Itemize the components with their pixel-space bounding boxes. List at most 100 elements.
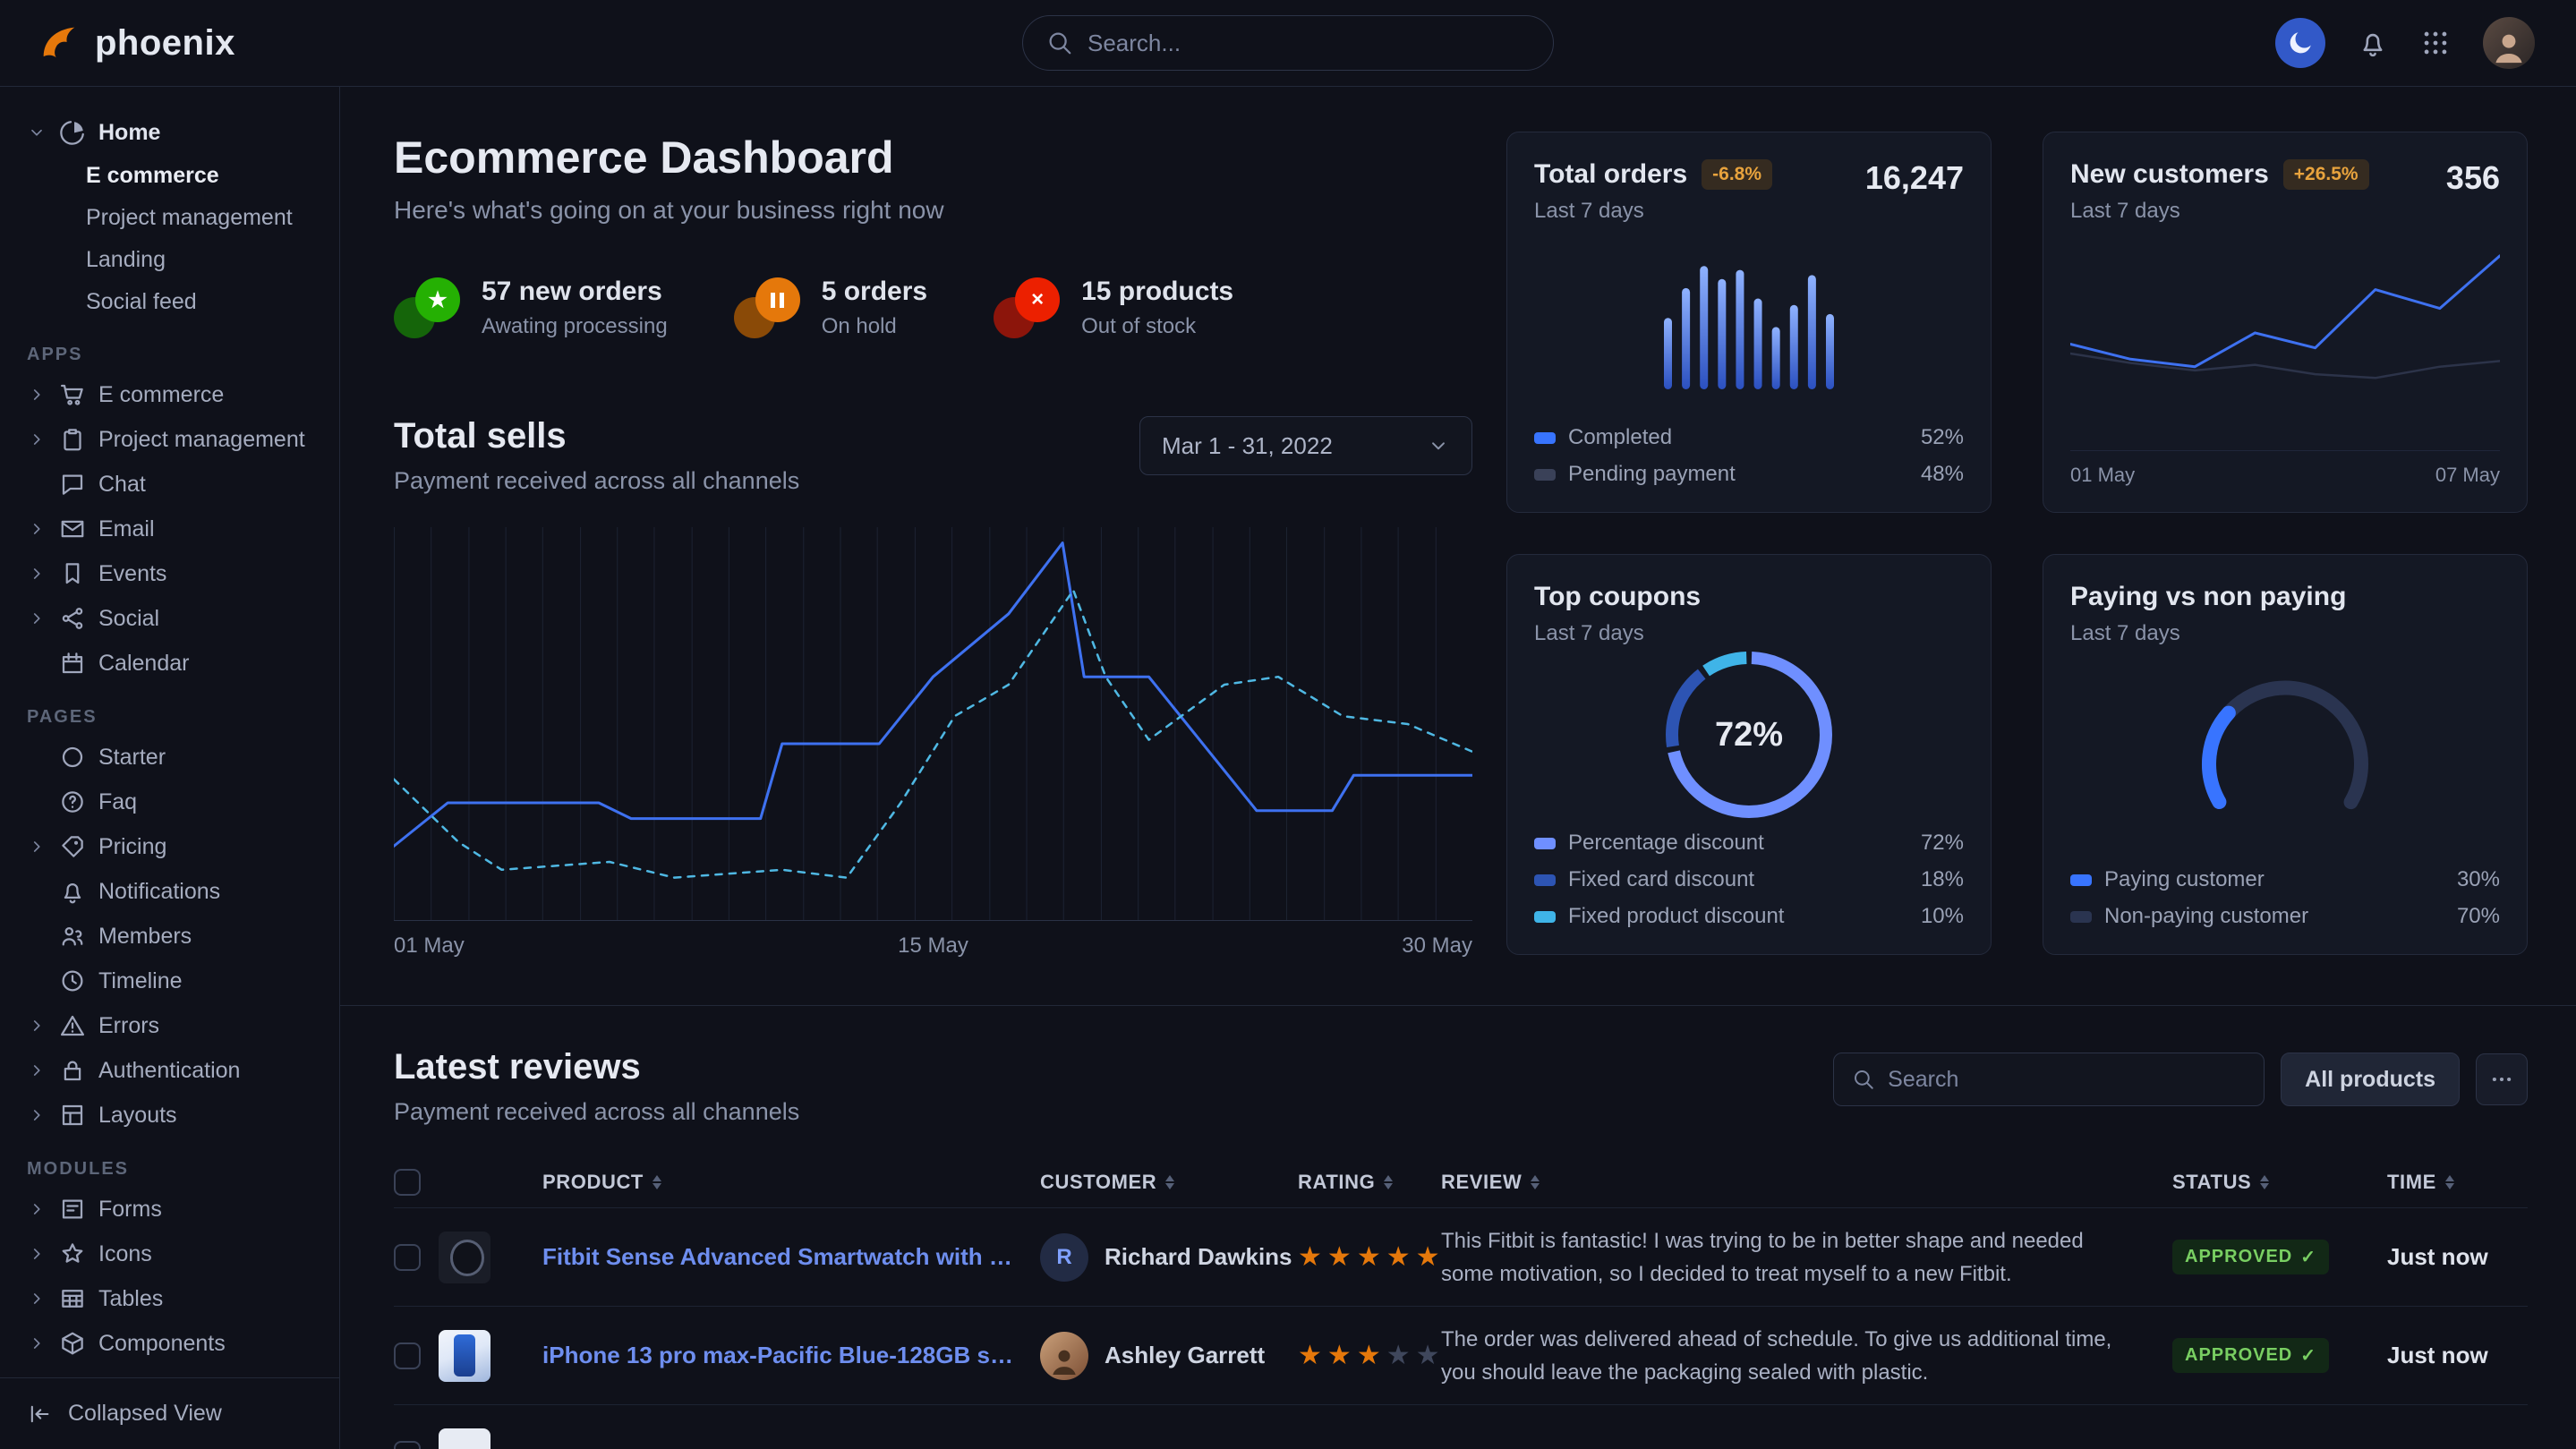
star-filled-icon: ★	[1357, 1241, 1383, 1273]
sidebar-item-components[interactable]: Components	[20, 1321, 320, 1366]
trend-badge: -6.8%	[1702, 159, 1772, 190]
product-link[interactable]: Fitbit Sense Advanced Smartwatch with To…	[542, 1243, 1040, 1271]
sidebar-item-email[interactable]: Email	[20, 507, 320, 551]
star-filled-icon: ★	[1327, 1340, 1353, 1371]
sidebar-nav: HomeE commerceProject managementLandingS…	[0, 87, 339, 1377]
sidebar-item-starter[interactable]: Starter	[20, 735, 320, 780]
sidebar-item-icons[interactable]: Icons	[20, 1232, 320, 1276]
legend-label: Fixed product discount	[1568, 904, 1784, 929]
sidebar-item-landing[interactable]: Landing	[20, 239, 320, 281]
sidebar-item-layouts[interactable]: Layouts	[20, 1093, 320, 1138]
clock-icon	[59, 967, 86, 994]
sidebar-item-timeline[interactable]: Timeline	[20, 959, 320, 1003]
row-checkbox[interactable]	[394, 1244, 421, 1271]
bell-icon[interactable]	[2358, 28, 2388, 58]
collapsed-view-toggle[interactable]: Collapsed View	[0, 1377, 339, 1449]
cart-icon	[59, 381, 86, 408]
card-period: Last 7 days	[2070, 199, 2369, 224]
product-thumbnail[interactable]	[439, 1232, 490, 1283]
reviews-title: Latest reviews	[394, 1047, 799, 1087]
star-empty-icon: ★	[1386, 1340, 1412, 1371]
sidebar-item-label: Members	[98, 924, 192, 950]
column-header-review[interactable]: REVIEW	[1441, 1171, 2172, 1194]
sort-icon[interactable]	[653, 1175, 661, 1189]
product-thumbnail[interactable]	[439, 1330, 490, 1382]
column-header-time[interactable]: TIME	[2387, 1171, 2528, 1194]
column-header-customer[interactable]: CUSTOMER	[1040, 1171, 1298, 1194]
warning-icon	[59, 1012, 86, 1039]
column-header-status[interactable]: STATUS	[2172, 1171, 2387, 1194]
row-checkbox[interactable]	[394, 1342, 421, 1369]
rating-stars: ★★★★★	[1298, 1241, 1441, 1273]
legend-value: 52%	[1921, 425, 1964, 450]
theme-toggle-button[interactable]	[2275, 18, 2325, 68]
star-filled-icon: ★	[1298, 1241, 1324, 1273]
column-label: CUSTOMER	[1040, 1171, 1156, 1194]
sidebar-item-e-commerce[interactable]: E commerce	[20, 372, 320, 417]
column-header-rating[interactable]: RATING	[1298, 1171, 1441, 1194]
more-options-button[interactable]	[2476, 1053, 2528, 1105]
sidebar-item-faq[interactable]: Faq	[20, 780, 320, 824]
sidebar-item-authentication[interactable]: Authentication	[20, 1048, 320, 1093]
stat-value: 57 new orders	[482, 277, 668, 307]
sidebar-item-notifications[interactable]: Notifications	[20, 869, 320, 914]
column-label: TIME	[2387, 1171, 2436, 1194]
table-header: PRODUCT CUSTOMER RATING REVIEW	[394, 1156, 2528, 1208]
sidebar-item-label: Faq	[98, 789, 137, 815]
search-icon	[1046, 30, 1073, 56]
legend-swatch	[2070, 911, 2092, 923]
user-avatar[interactable]	[2483, 17, 2535, 69]
search-input[interactable]	[1088, 30, 1530, 57]
sort-icon[interactable]	[1165, 1175, 1174, 1189]
reviews-search[interactable]	[1833, 1053, 2265, 1106]
card-period: Last 7 days	[2070, 621, 2500, 646]
axis-label: 15 May	[898, 933, 968, 959]
review-text: The order was delivered ahead of schedul…	[1441, 1323, 2172, 1389]
sidebar-item-social[interactable]: Social	[20, 596, 320, 641]
orders-bar-chart	[1534, 224, 1964, 425]
row-checkbox[interactable]	[394, 1441, 421, 1449]
topbar-search[interactable]	[1022, 15, 1554, 71]
apps-grid-icon[interactable]	[2420, 28, 2451, 58]
axis-label: 07 May	[2435, 464, 2500, 487]
product-link[interactable]: iPhone 13 pro max-Pacific Blue-128GB sto…	[542, 1342, 1040, 1369]
sidebar-item-members[interactable]: Members	[20, 914, 320, 959]
sidebar-item-e-commerce[interactable]: E commerce	[20, 155, 320, 197]
sidebar-item-pricing[interactable]: Pricing	[20, 824, 320, 869]
circle-icon	[59, 744, 86, 771]
sidebar-item-events[interactable]: Events	[20, 551, 320, 596]
sidebar-item-home[interactable]: Home	[20, 110, 320, 155]
sort-icon[interactable]	[2445, 1175, 2454, 1189]
sort-icon[interactable]	[1531, 1175, 1540, 1189]
tag-icon	[59, 833, 86, 860]
brand[interactable]: phoenix	[36, 20, 235, 66]
sidebar-item-tables[interactable]: Tables	[20, 1276, 320, 1321]
select-all-checkbox[interactable]	[394, 1169, 421, 1196]
sidebar-item-label: E commerce	[86, 163, 219, 189]
product-thumbnail[interactable]	[439, 1428, 490, 1449]
sidebar-item-project-management[interactable]: Project management	[20, 417, 320, 462]
legend-value: 48%	[1921, 462, 1964, 487]
sidebar-item-forms[interactable]: Forms	[20, 1187, 320, 1232]
sort-icon[interactable]	[1384, 1175, 1393, 1189]
sidebar-item-calendar[interactable]: Calendar	[20, 641, 320, 686]
sort-icon[interactable]	[2260, 1175, 2269, 1189]
page-title: Ecommerce Dashboard	[394, 132, 1472, 183]
sidebar-item-project-management[interactable]: Project management	[20, 197, 320, 239]
column-header-product[interactable]: PRODUCT	[542, 1171, 1040, 1194]
page: phoenix Home E commerce Project management…	[0, 0, 2576, 1449]
sidebar-item-label: Forms	[98, 1197, 162, 1223]
caret-right-icon	[27, 1105, 47, 1125]
sidebar-item-chat[interactable]: Chat	[20, 462, 320, 507]
sidebar-item-label: Chat	[98, 472, 146, 498]
all-products-button[interactable]: All products	[2281, 1053, 2460, 1106]
sidebar-item-errors[interactable]: Errors	[20, 1003, 320, 1048]
reviews-search-input[interactable]	[1888, 1067, 2246, 1093]
total-sells-subtitle: Payment received across all channels	[394, 467, 799, 495]
sidebar-item-social-feed[interactable]: Social feed	[20, 281, 320, 323]
stat-caption: Awating processing	[482, 314, 668, 339]
sidebar-item-label: E commerce	[98, 382, 224, 408]
bell-icon	[59, 878, 86, 905]
legend-value: 70%	[2457, 904, 2500, 929]
date-range-select[interactable]: Mar 1 - 31, 2022	[1139, 416, 1472, 475]
